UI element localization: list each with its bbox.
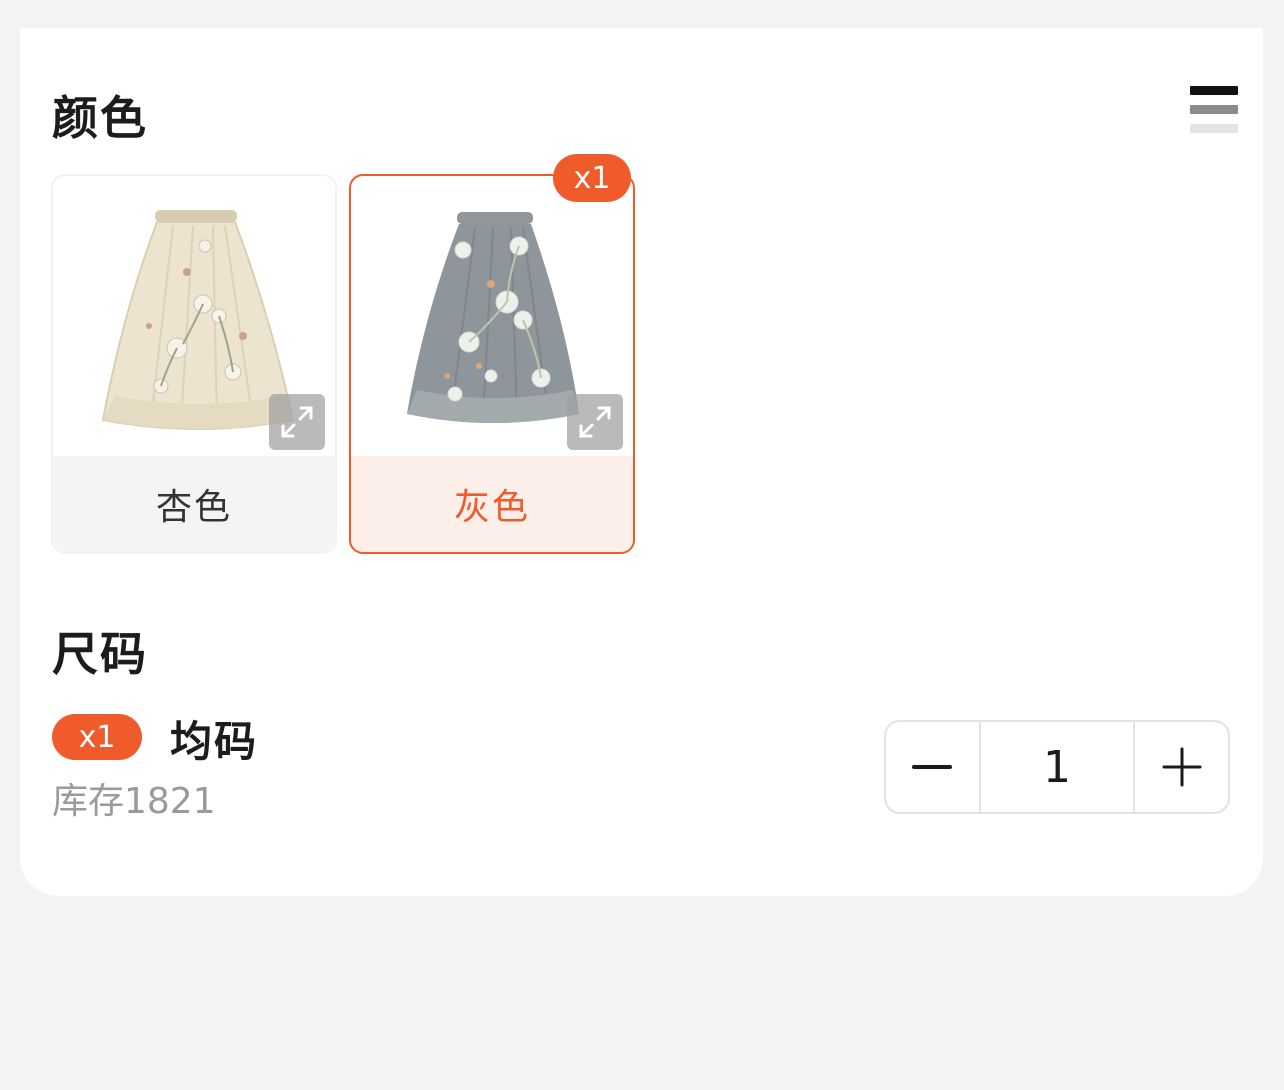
expand-icon [579, 406, 611, 438]
list-view-icon-bar [1190, 105, 1238, 114]
size-quantity-badge: x1 [52, 714, 142, 760]
size-section-title: 尺码 [52, 627, 148, 681]
product-image-grey [351, 176, 633, 460]
color-option-apricot[interactable]: 杏色 [51, 174, 337, 554]
stock-count: 库存1821 [52, 781, 216, 822]
color-option-label: 灰色 [351, 456, 633, 552]
quantity-value[interactable]: 1 [978, 722, 1136, 812]
minus-icon [912, 765, 953, 769]
plus-icon [1162, 747, 1202, 787]
size-name: 均码 [170, 717, 259, 766]
list-view-toggle[interactable] [1190, 86, 1238, 134]
sku-selector-card: 颜色 杏色 灰色 x1 尺码 x1 均码 库存1821 1 [20, 28, 1263, 896]
expand-image-button[interactable] [567, 394, 623, 450]
quantity-stepper: 1 [884, 720, 1230, 814]
quantity-badge: x1 [553, 154, 631, 202]
list-view-icon-bar [1190, 124, 1238, 133]
color-section-title: 颜色 [52, 91, 148, 145]
color-option-label: 杏色 [53, 456, 335, 552]
color-option-grey[interactable]: 灰色 x1 [349, 154, 635, 554]
increase-button[interactable] [1135, 722, 1228, 812]
expand-icon [281, 406, 313, 438]
product-image-apricot [53, 176, 335, 460]
decrease-button[interactable] [886, 722, 979, 812]
expand-image-button[interactable] [269, 394, 325, 450]
list-view-icon [1190, 86, 1238, 95]
